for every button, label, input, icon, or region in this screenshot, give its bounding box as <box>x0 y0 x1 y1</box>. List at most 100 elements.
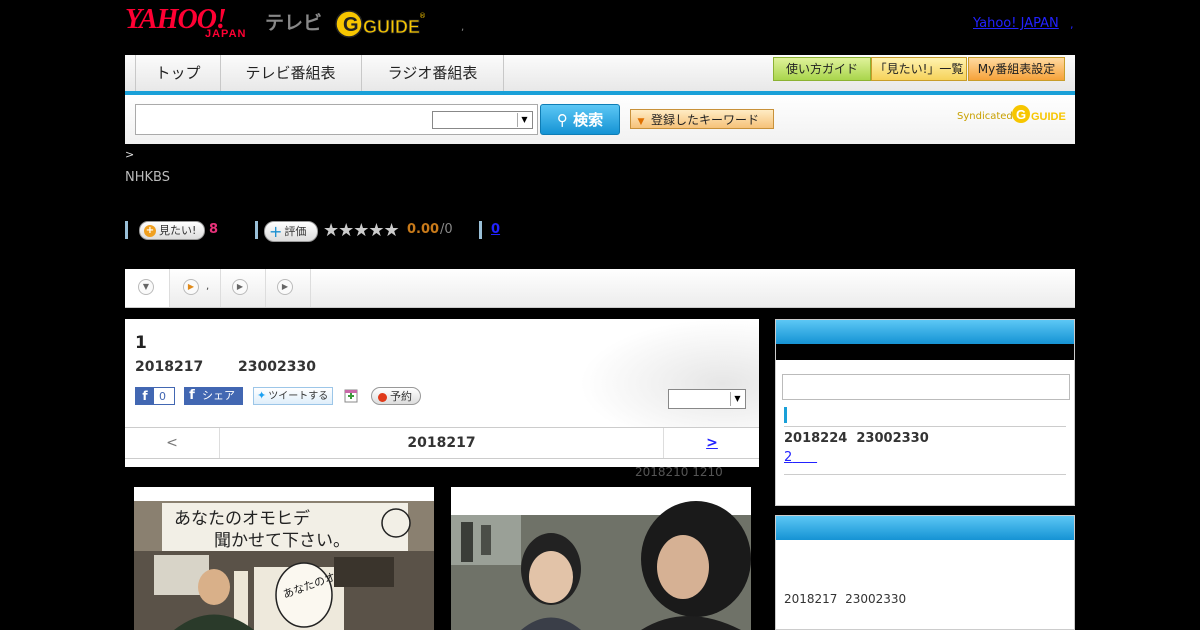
divider <box>784 474 1066 475</box>
program-photo-2 <box>451 487 751 630</box>
reserve-label: 予約 <box>390 390 412 403</box>
sidebar-section-marker <box>784 407 787 423</box>
facebook-like-button[interactable]: f0 <box>135 387 175 405</box>
search-button[interactable]: ⚲ 検索 <box>540 104 620 135</box>
record-icon <box>378 392 387 402</box>
tab-related[interactable]: ▶ <box>266 269 311 307</box>
registered-keyword-button[interactable]: ▼ 登録したキーワード <box>630 109 774 129</box>
divider <box>784 426 1066 427</box>
syndicated-label: Syndicated <box>957 111 1013 122</box>
prev-day-button[interactable]: < <box>125 428 220 458</box>
program-image-1[interactable]: あなたのオモヒデ 聞かせて下さい。 あなたのオ <box>134 487 434 630</box>
sidebar-header-strip <box>776 344 1074 360</box>
banner-text-line1: あなたのオモヒデ <box>174 508 310 529</box>
program-photo-1: あなたのオモヒデ 聞かせて下さい。 あなたのオ <box>134 487 434 630</box>
gguide-small-logo: G GUIDE <box>1012 105 1066 123</box>
update-timestamp: 2018210 1210 <box>635 465 723 479</box>
channel-name: NHKBS <box>125 170 170 185</box>
stat-divider <box>125 221 128 239</box>
sidebar-broadcast-info: 2018217 23002330 <box>775 515 1075 630</box>
play-icon: ▶ <box>183 279 199 295</box>
usage-guide-button[interactable]: 使い方ガイド <box>773 57 871 81</box>
twitter-bird-icon: ✦ <box>257 389 267 402</box>
mitai-label: 見たい! <box>159 224 197 237</box>
keyword-button-label: 登録したキーワード <box>651 113 760 127</box>
nav-tab-radio-guide[interactable]: ラジオ番組表 <box>362 55 504 91</box>
tab-reviews[interactable]: ▶ <box>221 269 266 307</box>
program-tabs: ▼ ▶, ▶ ▶ <box>125 269 1075 308</box>
next-broadcast-time: 23002330 <box>856 431 929 446</box>
next-episode-label: 2 <box>784 450 793 465</box>
panel-decoration <box>579 319 759 427</box>
svg-text:G: G <box>343 14 359 36</box>
svg-text:GUIDE: GUIDE <box>1031 111 1066 123</box>
header-dot: , <box>461 22 465 33</box>
plus-icon: + <box>269 222 283 241</box>
banner-text-line2: 聞かせて下さい。 <box>214 531 350 551</box>
program-select[interactable]: ▼ <box>668 389 746 409</box>
program-time: 23002330 <box>238 359 316 375</box>
header-link-dot: , <box>1070 18 1074 31</box>
broadcast-date: 2018217 <box>784 592 838 606</box>
nav-tab-tv-guide[interactable]: テレビ番組表 <box>220 55 362 91</box>
review-count-link[interactable]: 0 <box>491 222 500 237</box>
svg-text:®: ® <box>419 12 426 20</box>
sidebar-header <box>776 320 1074 344</box>
facebook-share-label: シェア <box>202 389 235 402</box>
day-navigation: < 2018217 > <box>125 427 759 459</box>
program-title: 1 <box>135 333 147 353</box>
stat-divider <box>479 221 482 239</box>
search-button-label: 検索 <box>573 111 604 129</box>
facebook-icon: f <box>136 388 154 404</box>
plus-icon: + <box>144 225 156 237</box>
my-guide-settings-button[interactable]: My番組表設定 <box>968 57 1065 81</box>
chevron-down-icon: ▼ <box>517 113 531 127</box>
facebook-icon: f <box>189 388 195 403</box>
stat-divider <box>255 221 258 239</box>
japan-logo-text: JAPAN <box>205 28 247 40</box>
next-broadcast-date: 2018224 <box>784 431 848 446</box>
chevron-down-icon: ▼ <box>138 279 154 295</box>
tv-label: テレビ <box>265 12 323 34</box>
breadcrumb[interactable]: > <box>125 148 134 161</box>
triangle-down-icon: ▼ <box>637 117 645 127</box>
search-category-select[interactable]: ▼ <box>432 111 533 129</box>
rate-label: 評価 <box>284 225 307 238</box>
main-nav: トップ テレビ番組表 ラジオ番組表 使い方ガイド 「見たい!」一覧 My番組表設… <box>125 55 1075 95</box>
sidebar-next-broadcast: 2018224 23002330 2 <box>775 319 1075 506</box>
program-date: 2018217 <box>135 359 204 375</box>
facebook-like-count: 0 <box>159 390 166 403</box>
tweet-label: ツイートする <box>268 391 329 402</box>
chevron-down-icon: ▼ <box>730 392 744 406</box>
mitai-count: 8 <box>209 222 219 237</box>
play-icon: ▶ <box>277 279 293 295</box>
tab-details[interactable]: ▼ <box>125 269 170 307</box>
search-bar: ▼ ⚲ 検索 ▼ 登録したキーワード Syndicated G GUIDE <box>125 95 1075 144</box>
tab-cast[interactable]: ▶, <box>170 269 221 307</box>
sidebar-input[interactable] <box>782 374 1070 400</box>
mitai-button[interactable]: + 見たい! <box>139 221 205 240</box>
current-day: 2018217 <box>407 435 476 451</box>
next-broadcast-datetime: 2018224 23002330 <box>784 431 929 446</box>
play-icon: ▶ <box>232 279 248 295</box>
calendar-add-icon[interactable] <box>344 387 358 403</box>
program-image-2[interactable] <box>451 487 751 630</box>
rating-stars: ★★★★★ <box>323 220 400 241</box>
rate-button[interactable]: + 評価 <box>264 221 318 242</box>
gguide-logo[interactable]: G GUIDE ® <box>335 8 427 40</box>
rating-score: 0.00 <box>407 222 440 237</box>
yahoo-japan-link[interactable]: Yahoo! JAPAN <box>973 16 1059 31</box>
nav-tab-top[interactable]: トップ <box>135 55 221 91</box>
tweet-button[interactable]: ✦ ツイートする <box>253 387 333 405</box>
broadcast-time: 23002330 <box>845 592 907 606</box>
broadcast-datetime: 2018217 23002330 <box>784 592 906 606</box>
next-episode-link[interactable]: 2 <box>784 450 817 465</box>
next-day-link[interactable]: > <box>663 428 760 458</box>
mitai-list-button[interactable]: 「見たい!」一覧 <box>871 57 967 81</box>
rating-count: /0 <box>440 222 453 237</box>
facebook-share-button[interactable]: f シェア <box>184 387 243 405</box>
tab-cast-label: , <box>206 281 210 292</box>
sidebar-header <box>776 516 1074 540</box>
program-panel: 1 2018217 23002330 f0 f シェア ✦ ツイートする 予約 ▼ … <box>125 319 759 467</box>
reserve-button[interactable]: 予約 <box>371 387 421 405</box>
